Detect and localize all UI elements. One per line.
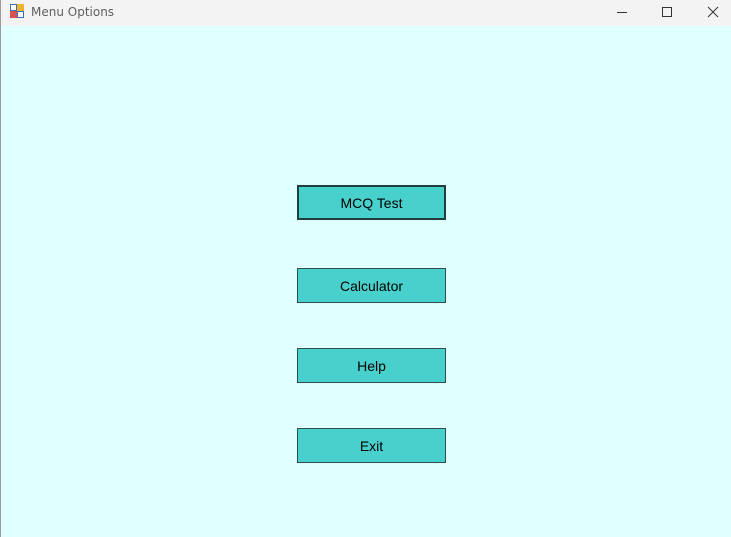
winforms-app-icon [10, 4, 24, 18]
minimize-icon [616, 6, 628, 18]
minimize-button[interactable] [599, 0, 645, 24]
help-button[interactable]: Help [297, 348, 446, 383]
window-title: Menu Options [31, 5, 115, 19]
close-button[interactable] [690, 0, 731, 24]
menu-options-window: Menu Options MCQ Test Calculator Help Ex… [0, 0, 731, 537]
close-icon [707, 6, 719, 18]
mcq-test-button[interactable]: MCQ Test [297, 185, 446, 220]
title-bar[interactable]: Menu Options [1, 0, 731, 26]
maximize-button[interactable] [644, 0, 690, 24]
maximize-icon [661, 6, 673, 18]
exit-button[interactable]: Exit [297, 428, 446, 463]
calculator-button[interactable]: Calculator [297, 268, 446, 303]
